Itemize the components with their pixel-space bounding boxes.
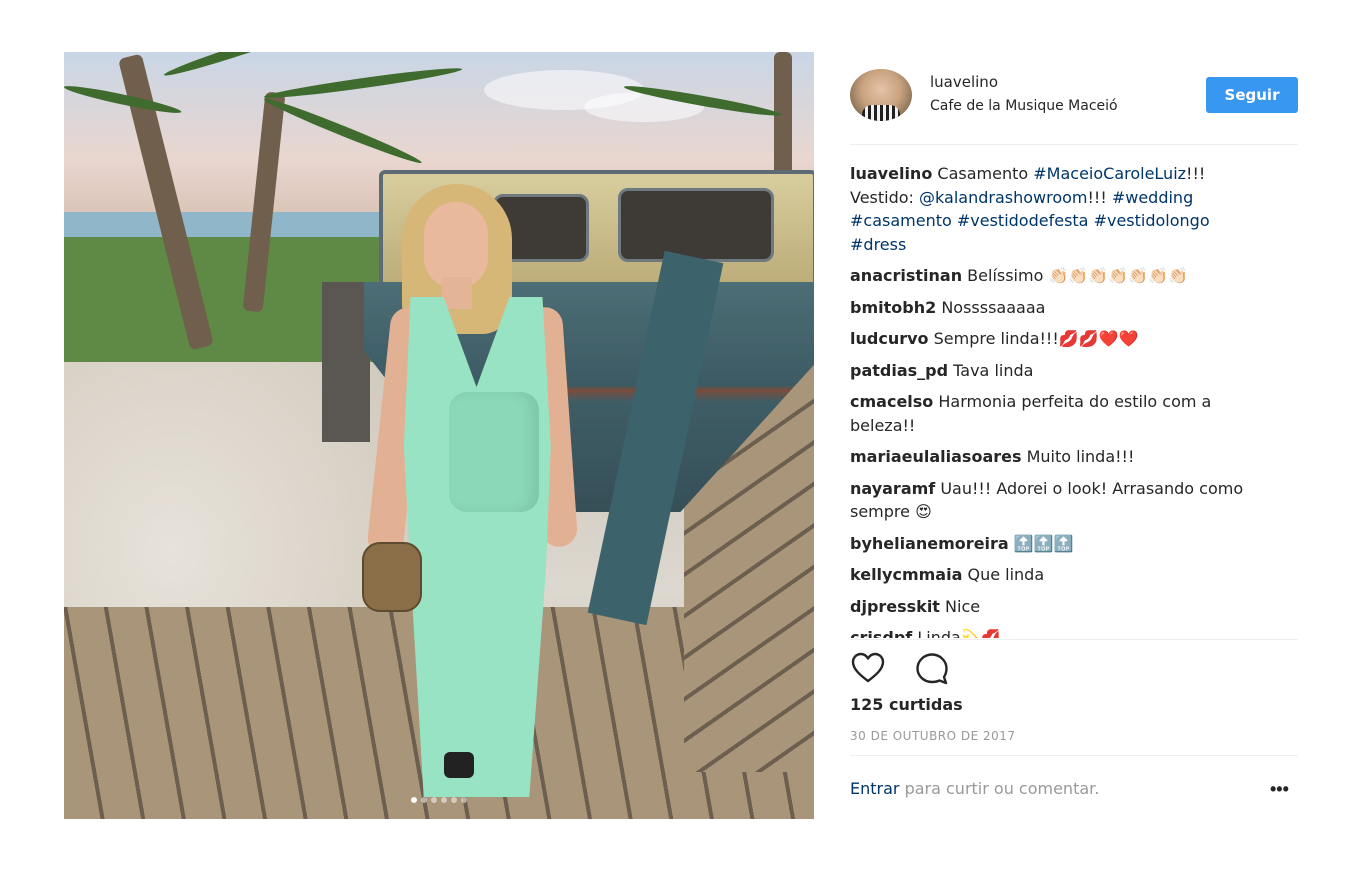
carousel-dot[interactable] bbox=[411, 797, 417, 803]
comments-list[interactable]: luavelino Casamento #MaceioCaroleLuiz!!!… bbox=[850, 162, 1270, 638]
comment-item: anacristinan Belíssimo 👏🏻👏🏻👏🏻👏🏻👏🏻👏🏻👏🏻 bbox=[850, 264, 1270, 288]
shoe bbox=[444, 752, 474, 778]
more-options-icon[interactable]: ••• bbox=[1270, 779, 1289, 800]
comment-username[interactable]: patdias_pd bbox=[850, 361, 948, 380]
comment-icon[interactable] bbox=[914, 650, 950, 686]
woman-neck bbox=[442, 277, 472, 309]
comment-item: patdias_pd Tava linda bbox=[850, 359, 1270, 383]
post-photo[interactable] bbox=[64, 52, 814, 819]
straw-handbag bbox=[362, 542, 422, 612]
boat-window bbox=[618, 188, 774, 262]
carousel-dot[interactable] bbox=[451, 797, 457, 803]
caption: luavelino Casamento #MaceioCaroleLuiz!!!… bbox=[850, 162, 1270, 256]
heart-icon[interactable] bbox=[850, 650, 886, 686]
comment-username[interactable]: byhelianemoreira bbox=[850, 534, 1009, 553]
woman-face bbox=[424, 202, 488, 288]
comment-username[interactable]: bmitobh2 bbox=[850, 298, 936, 317]
hashtag-link[interactable]: #casamento bbox=[850, 211, 952, 230]
hashtag-link[interactable]: #wedding bbox=[1112, 188, 1193, 207]
post-side-panel: luavelino Cafe de la Musique Maceió Segu… bbox=[850, 52, 1298, 819]
comment-item: djpresskit Nice bbox=[850, 595, 1270, 619]
divider bbox=[850, 755, 1298, 756]
hashtag-link[interactable]: #dress bbox=[850, 235, 906, 254]
comment-item: ludcurvo Sempre linda!!!💋💋❤️❤️ bbox=[850, 327, 1270, 351]
comment-item: nayaramf Uau!!! Adorei o look! Arrasando… bbox=[850, 477, 1270, 524]
comment-username[interactable]: crisdpf bbox=[850, 628, 912, 638]
comment-username[interactable]: mariaeulaliasoares bbox=[850, 447, 1022, 466]
login-link[interactable]: Entrar bbox=[850, 779, 899, 798]
comment-item: byhelianemoreira 🔝🔝🔝 bbox=[850, 532, 1270, 556]
comment-item: cmacelso Harmonia perfeita do estilo com… bbox=[850, 390, 1270, 437]
lagoon bbox=[64, 212, 404, 240]
post-location[interactable]: Cafe de la Musique Maceió bbox=[930, 98, 1118, 114]
caption-segment: !!! bbox=[1087, 187, 1112, 207]
comment-text: Muito linda!!! bbox=[1026, 447, 1135, 466]
action-bar bbox=[850, 650, 970, 686]
comment-text: Sempre linda!!!💋💋❤️❤️ bbox=[933, 329, 1139, 348]
palm-frond bbox=[262, 94, 424, 168]
comment-text: 🔝🔝🔝 bbox=[1013, 533, 1074, 553]
caption-username[interactable]: luavelino bbox=[850, 164, 932, 183]
comment-item: bmitobh2 Nossssaaaaa bbox=[850, 296, 1270, 320]
comment-item: kellycmmaia Que linda bbox=[850, 563, 1270, 587]
post-header: luavelino Cafe de la Musique Maceió Segu… bbox=[850, 52, 1298, 145]
comment-text: Nossssaaaaa bbox=[941, 297, 1046, 317]
hashtag-link[interactable]: #MaceioCaroleLuiz bbox=[1033, 164, 1186, 183]
comment-item: crisdpf Linda💫💋 bbox=[850, 626, 1270, 638]
carousel-indicator bbox=[64, 788, 814, 807]
comment-username[interactable]: kellycmmaia bbox=[850, 565, 962, 584]
comment-text: Belíssimo 👏🏻👏🏻👏🏻👏🏻👏🏻👏🏻👏🏻 bbox=[967, 266, 1188, 285]
comment-username[interactable]: cmacelso bbox=[850, 392, 933, 411]
carousel-dot[interactable] bbox=[431, 797, 437, 803]
follow-button[interactable]: Seguir bbox=[1206, 77, 1298, 113]
comment-username[interactable]: ludcurvo bbox=[850, 329, 929, 348]
palm-frond bbox=[162, 52, 318, 80]
caption-segment: Casamento bbox=[937, 164, 1034, 183]
palm-frond bbox=[64, 82, 183, 117]
comment-item: mariaeulaliasoares Muito linda!!! bbox=[850, 445, 1270, 469]
palm-frond bbox=[263, 64, 463, 102]
login-prompt: Entrar para curtir ou comentar. bbox=[850, 779, 1298, 798]
divider bbox=[850, 639, 1298, 640]
carousel-dot[interactable] bbox=[461, 797, 467, 803]
avatar-shirt bbox=[862, 105, 900, 121]
comment-text: Linda💫💋 bbox=[917, 628, 1001, 638]
hashtag-link[interactable]: @kalandrashowroom bbox=[919, 188, 1087, 207]
post-date[interactable]: 30 DE OUTUBRO DE 2017 bbox=[850, 729, 1016, 743]
comment-username[interactable]: anacristinan bbox=[850, 266, 962, 285]
likes-count[interactable]: 125 curtidas bbox=[850, 695, 963, 714]
comment-text: Nice bbox=[945, 596, 981, 616]
post-username[interactable]: luavelino bbox=[930, 73, 998, 91]
dress-bow bbox=[449, 392, 539, 512]
hashtag-link[interactable]: #vestidodefesta bbox=[957, 211, 1089, 230]
carousel-dot[interactable] bbox=[441, 797, 447, 803]
comment-username[interactable]: djpresskit bbox=[850, 597, 940, 616]
comment-text: Que linda bbox=[967, 565, 1045, 584]
comment-username[interactable]: nayaramf bbox=[850, 479, 935, 498]
carousel-dot[interactable] bbox=[421, 797, 427, 803]
login-prompt-text: para curtir ou comentar. bbox=[899, 779, 1100, 798]
hashtag-link[interactable]: #vestidolongo bbox=[1094, 211, 1210, 230]
avatar[interactable] bbox=[850, 69, 912, 121]
wooden-post bbox=[322, 282, 370, 442]
comment-text: Tava linda bbox=[953, 360, 1034, 380]
